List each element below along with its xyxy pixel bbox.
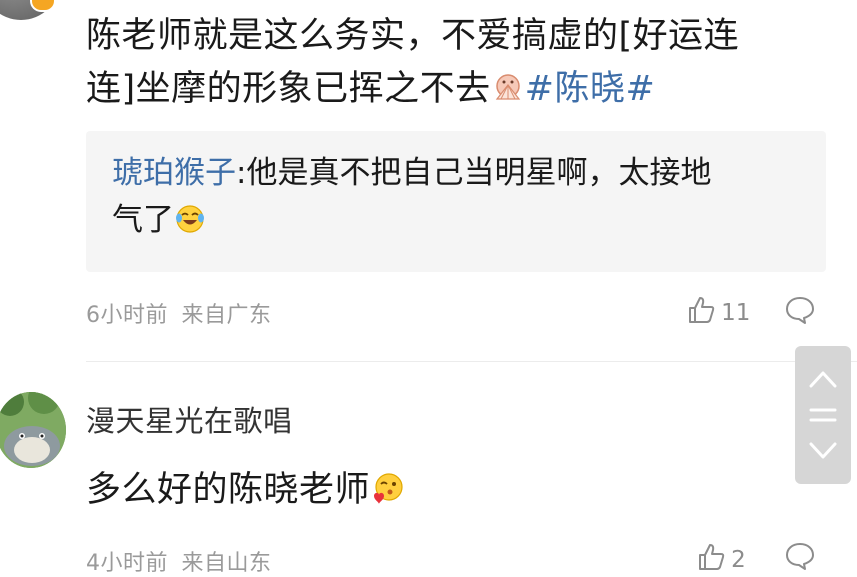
peeking-fan-emoji-icon <box>495 74 520 100</box>
comment-bubble-icon <box>786 543 814 570</box>
thumbs-up-icon <box>699 544 725 570</box>
comment-time: 6小时前 <box>86 303 168 328</box>
fast-scroll-widget[interactable] <box>795 346 851 484</box>
comment-line-1: 陈老师就是这么务实，不爱搞虚的[好运连 <box>86 16 740 56</box>
reply-text-2: 气了 <box>112 202 174 238</box>
comment-body-2: 多么好的陈晓老师 <box>86 464 406 517</box>
comment-body: 陈老师就是这么务实，不爱搞虚的[好运连 连]坐摩的形象已挥之不去 #陈晓# <box>86 10 846 116</box>
chevron-down-icon[interactable] <box>809 442 837 459</box>
reply-username[interactable]: 琥珀猴子 <box>112 155 236 191</box>
drag-handle-icon[interactable] <box>809 408 837 422</box>
reply-line-2: 气了 <box>112 197 802 244</box>
reply-preview: 琥珀猴子:他是真不把自己当明星啊，太接地 气了 <box>112 150 802 244</box>
reply-button-2[interactable] <box>784 541 816 575</box>
laughing-tears-emoji-icon <box>176 205 204 233</box>
like-count: 11 <box>721 300 751 326</box>
like-button[interactable]: 11 <box>686 295 750 326</box>
comment-2-text: 多么好的陈晓老师 <box>86 470 371 510</box>
comment-bubble-icon <box>786 297 814 324</box>
blowing-kiss-emoji-icon <box>374 473 403 504</box>
commenter-username[interactable]: 漫天星光在歌唱 <box>86 398 293 440</box>
comment-2-meta: 4小时前 来自山东 <box>86 545 272 577</box>
like-button-2[interactable]: 2 <box>696 542 746 573</box>
chevron-up-icon[interactable] <box>809 371 837 388</box>
comment-source: 来自广东 <box>181 303 272 328</box>
thumbs-up-icon <box>689 297 715 323</box>
commenter-avatar-totoro[interactable] <box>0 392 66 468</box>
reply-text-1: :他是真不把自己当明星啊，太接地 <box>236 155 712 191</box>
comment-line-2-text: 连]坐摩的形象已挥之不去 <box>86 69 491 109</box>
topic-link[interactable]: #陈晓# <box>525 69 656 109</box>
comment-2-source: 来自山东 <box>181 551 272 576</box>
reply-button[interactable] <box>784 295 816 329</box>
comment-meta: 6小时前 来自广东 <box>86 297 272 329</box>
reply-line-1: 琥珀猴子:他是真不把自己当明星啊，太接地 <box>112 150 802 197</box>
comment-2-time: 4小时前 <box>86 551 168 576</box>
comment-divider <box>86 361 857 362</box>
totoro-avatar-image <box>0 392 66 468</box>
comment-line-2: 连]坐摩的形象已挥之不去 #陈晓# <box>86 63 846 116</box>
scroll-widget-glyphs <box>809 371 837 459</box>
like-count-2: 2 <box>731 547 746 573</box>
